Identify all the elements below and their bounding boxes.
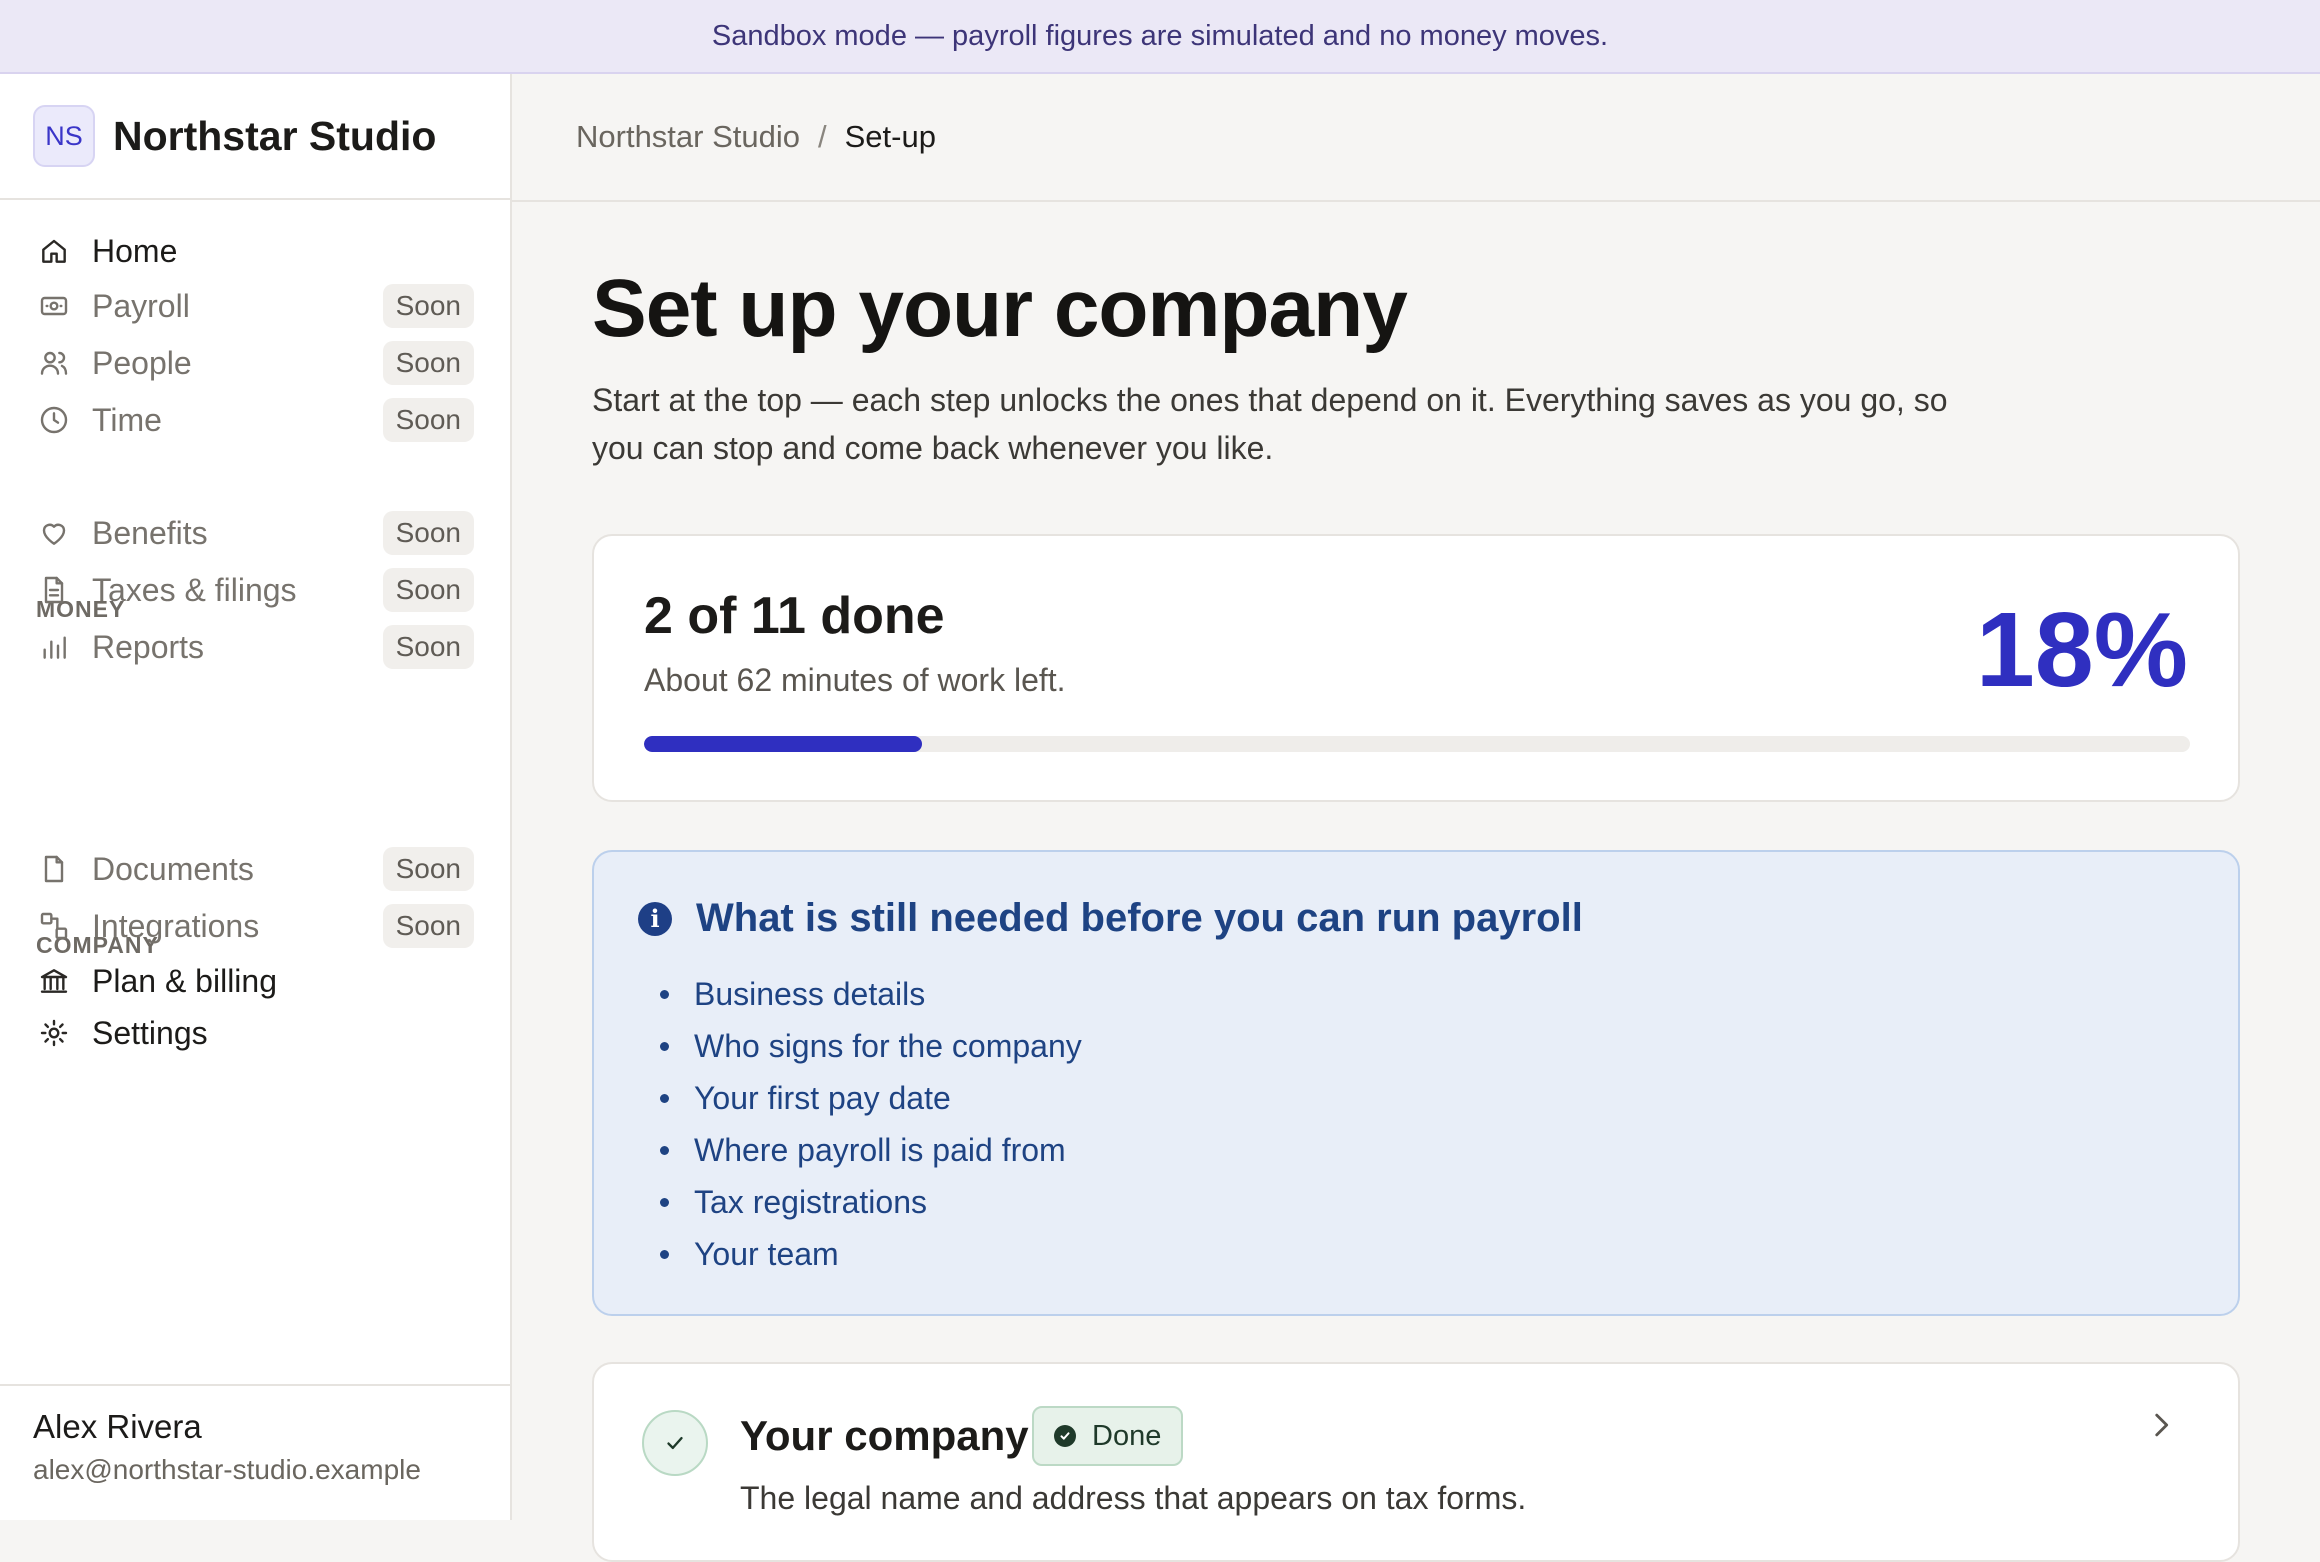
sidebar-item-time[interactable]: Time Soon bbox=[0, 385, 510, 455]
progress-bar-fill bbox=[644, 736, 923, 752]
requirements-callout: i What is still needed before you can ru… bbox=[592, 850, 2240, 1316]
payroll-icon bbox=[36, 288, 72, 324]
list-item: Your first pay date bbox=[660, 1072, 1082, 1124]
sidebar-item-label: Payroll bbox=[92, 287, 190, 324]
sidebar-item-label: Reports bbox=[92, 628, 205, 665]
sidebar-item-label: Time bbox=[92, 401, 162, 438]
sidebar-item-reports[interactable]: Reports Soon bbox=[0, 612, 510, 682]
info-icon: i bbox=[638, 901, 672, 936]
breadcrumb-current: Set-up bbox=[844, 119, 936, 154]
brand-name: Northstar Studio bbox=[113, 112, 437, 159]
status-badge-label: Done bbox=[1092, 1419, 1162, 1452]
sidebar-item-settings[interactable]: Settings bbox=[0, 998, 510, 1068]
list-item: Your team bbox=[660, 1228, 1082, 1280]
requirements-header: i What is still needed before you can ru… bbox=[638, 896, 1583, 941]
step-description: The legal name and address that appears … bbox=[740, 1480, 1527, 1516]
step-title: Your company bbox=[740, 1412, 1029, 1459]
soon-badge: Soon bbox=[382, 847, 474, 891]
status-badge: Done bbox=[1032, 1406, 1184, 1466]
sidebar: NS Northstar Studio Home Payroll Soon Pe… bbox=[0, 74, 512, 1520]
check-icon bbox=[642, 1410, 708, 1476]
requirements-title: What is still needed before you can run … bbox=[696, 896, 1583, 940]
sidebar-item-label: Integrations bbox=[92, 907, 260, 944]
brand-logo: NS bbox=[33, 105, 95, 167]
progress-card: 2 of 11 done About 62 minutes of work le… bbox=[592, 534, 2240, 802]
list-item: Business details bbox=[660, 968, 1082, 1020]
soon-badge: Soon bbox=[382, 398, 474, 442]
soon-badge: Soon bbox=[382, 341, 474, 385]
breadcrumb-parent[interactable]: Northstar Studio bbox=[576, 119, 800, 155]
bank-icon bbox=[36, 963, 72, 999]
sidebar-item-label: Home bbox=[92, 232, 178, 269]
progress-bar bbox=[644, 736, 2190, 752]
clock-icon bbox=[36, 402, 72, 438]
chevron-right-icon[interactable] bbox=[2144, 1408, 2178, 1447]
progress-subtitle: About 62 minutes of work left. bbox=[644, 662, 1066, 698]
soon-badge: Soon bbox=[382, 568, 474, 612]
home-icon bbox=[36, 233, 72, 269]
bar-chart-icon bbox=[36, 629, 72, 665]
list-item: Where payroll is paid from bbox=[660, 1124, 1082, 1176]
sidebar-item-label: Plan & billing bbox=[92, 962, 277, 999]
sandbox-banner-text: Sandbox mode — payroll figures are simul… bbox=[711, 19, 1609, 52]
check-circle-icon bbox=[1054, 1425, 1076, 1447]
breadcrumb-separator: / bbox=[818, 119, 827, 154]
sidebar-item-label: People bbox=[92, 344, 192, 381]
step-card-your-company[interactable]: Your company Done The legal name and add… bbox=[592, 1362, 2240, 1562]
sidebar-item-label: Benefits bbox=[92, 514, 208, 551]
user-email: alex@northstar-studio.example bbox=[33, 1454, 421, 1485]
topbar: Northstar Studio / Set-up bbox=[512, 74, 2320, 202]
progress-percent: 18% bbox=[1975, 591, 2188, 709]
user-name: Alex Rivera bbox=[33, 1408, 202, 1445]
heart-icon bbox=[36, 515, 72, 551]
integrations-icon bbox=[36, 908, 72, 944]
page-subtitle: Start at the top — each step unlocks the… bbox=[592, 382, 1948, 466]
brand[interactable]: NS Northstar Studio bbox=[0, 74, 510, 200]
document-icon bbox=[36, 572, 72, 608]
sidebar-item-label: Taxes & filings bbox=[92, 571, 297, 608]
breadcrumb: Northstar Studio / Set-up bbox=[576, 119, 936, 155]
soon-badge: Soon bbox=[382, 904, 474, 948]
soon-badge: Soon bbox=[382, 284, 474, 328]
file-icon bbox=[36, 851, 72, 887]
page-title: Set up your company bbox=[592, 263, 1408, 354]
user-profile[interactable]: Alex Rivera alex@northstar-studio.exampl… bbox=[0, 1384, 510, 1520]
soon-badge: Soon bbox=[382, 625, 474, 669]
sidebar-item-label: Documents bbox=[92, 850, 254, 887]
progress-title: 2 of 11 done bbox=[644, 587, 945, 645]
settings-icon bbox=[36, 1015, 72, 1051]
people-icon bbox=[36, 345, 72, 381]
list-item: Tax registrations bbox=[660, 1176, 1082, 1228]
sandbox-banner: Sandbox mode — payroll figures are simul… bbox=[0, 0, 2320, 74]
requirements-list: Business details Who signs for the compa… bbox=[660, 968, 1082, 1280]
sidebar-item-label: Settings bbox=[92, 1014, 208, 1051]
soon-badge: Soon bbox=[382, 511, 474, 555]
list-item: Who signs for the company bbox=[660, 1020, 1082, 1072]
